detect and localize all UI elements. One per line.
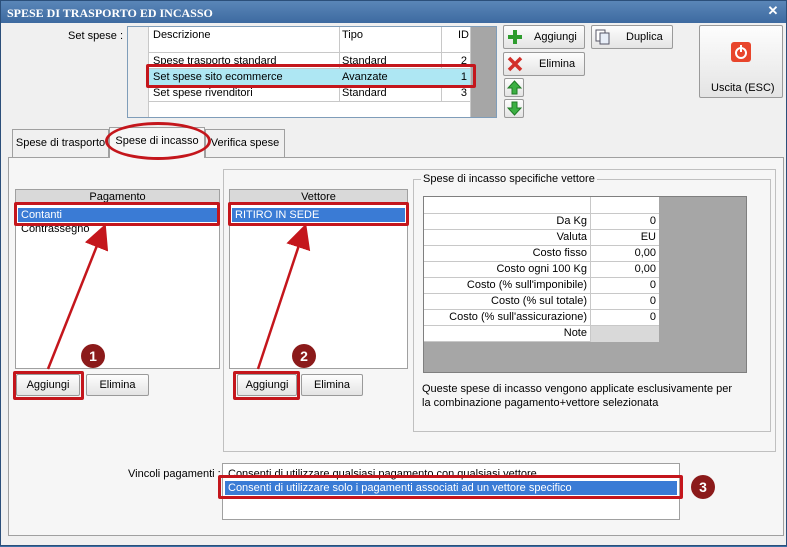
step-badge-1: 1 bbox=[81, 344, 105, 368]
annotation-arrows bbox=[46, 223, 311, 370]
highlight-active-tab bbox=[105, 122, 211, 160]
step-badge-3: 3 bbox=[691, 475, 715, 499]
step-badge-2: 2 bbox=[292, 344, 316, 368]
main-window: SPESE DI TRASPORTO ED INCASSO ✕ Set spes… bbox=[0, 0, 787, 546]
